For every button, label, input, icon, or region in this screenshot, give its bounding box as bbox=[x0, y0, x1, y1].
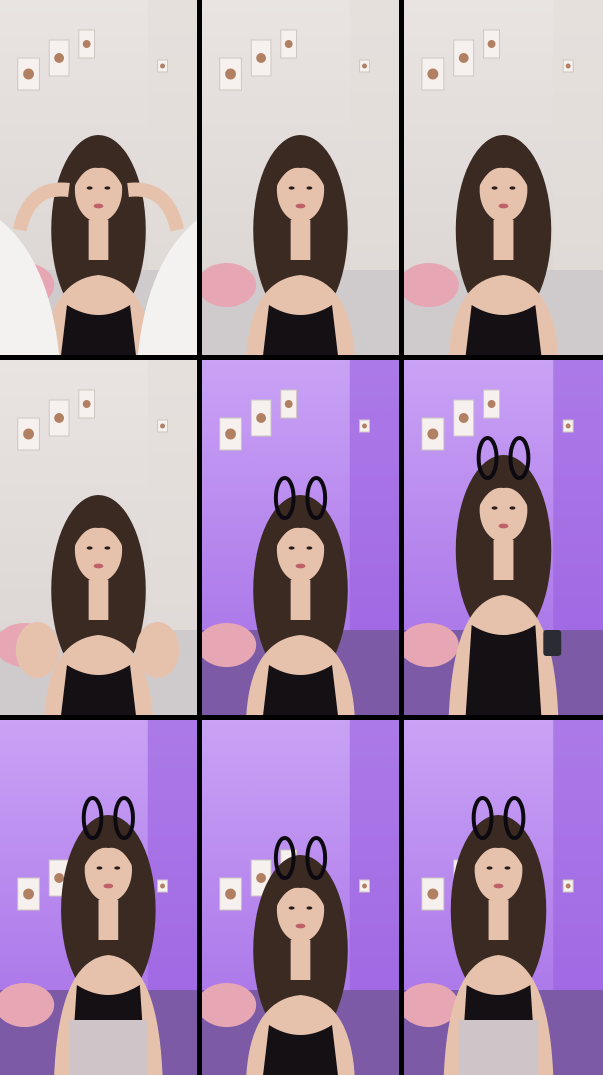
eye-right bbox=[114, 866, 121, 870]
eye-left bbox=[288, 546, 295, 550]
video-tile-5[interactable] bbox=[202, 360, 399, 715]
video-frame bbox=[0, 0, 197, 355]
eye-left bbox=[288, 906, 295, 910]
video-grid bbox=[0, 0, 603, 1075]
eye-left bbox=[491, 186, 498, 190]
eye-right bbox=[306, 906, 313, 910]
neck bbox=[493, 220, 514, 260]
video-tile-1[interactable] bbox=[0, 0, 197, 355]
neck bbox=[290, 940, 311, 980]
video-frame bbox=[202, 0, 399, 355]
lips bbox=[295, 923, 306, 929]
video-tile-8[interactable] bbox=[202, 720, 399, 1075]
hand-right bbox=[135, 622, 180, 678]
lips bbox=[103, 883, 114, 889]
neck bbox=[493, 540, 514, 580]
skirt bbox=[68, 1020, 148, 1075]
lips bbox=[295, 563, 306, 569]
lips bbox=[498, 523, 509, 529]
eye-right bbox=[104, 186, 111, 190]
eye-right bbox=[509, 186, 516, 190]
neck bbox=[290, 580, 311, 620]
neck bbox=[290, 220, 311, 260]
lips bbox=[498, 203, 509, 209]
eye-left bbox=[491, 506, 498, 510]
eye-left bbox=[86, 546, 93, 550]
neck bbox=[88, 220, 109, 260]
black-top bbox=[465, 625, 542, 715]
video-frame bbox=[202, 720, 399, 1075]
eye-right bbox=[306, 546, 313, 550]
lips bbox=[493, 883, 504, 889]
video-tile-6[interactable] bbox=[404, 360, 603, 715]
video-tile-9[interactable] bbox=[404, 720, 603, 1075]
video-tile-2[interactable] bbox=[202, 0, 399, 355]
eye-left bbox=[86, 186, 93, 190]
hand-left bbox=[15, 622, 60, 678]
skirt bbox=[458, 1020, 539, 1075]
video-tile-4[interactable] bbox=[0, 360, 197, 715]
video-frame bbox=[202, 360, 399, 715]
lips bbox=[295, 203, 306, 209]
video-tile-3[interactable] bbox=[404, 0, 603, 355]
phone bbox=[543, 630, 562, 656]
eye-right bbox=[509, 506, 516, 510]
eye-right bbox=[504, 866, 511, 870]
eye-right bbox=[104, 546, 111, 550]
neck bbox=[88, 580, 109, 620]
neck bbox=[98, 900, 119, 940]
eye-left bbox=[96, 866, 103, 870]
lips bbox=[93, 563, 104, 569]
video-frame bbox=[0, 720, 197, 1075]
eye-left bbox=[288, 186, 295, 190]
eye-right bbox=[306, 186, 313, 190]
video-frame bbox=[404, 720, 603, 1075]
video-frame bbox=[404, 360, 603, 715]
neck bbox=[488, 900, 509, 940]
lips bbox=[93, 203, 104, 209]
video-frame bbox=[0, 360, 197, 715]
video-tile-7[interactable] bbox=[0, 720, 197, 1075]
eye-left bbox=[486, 866, 493, 870]
video-frame bbox=[404, 0, 603, 355]
